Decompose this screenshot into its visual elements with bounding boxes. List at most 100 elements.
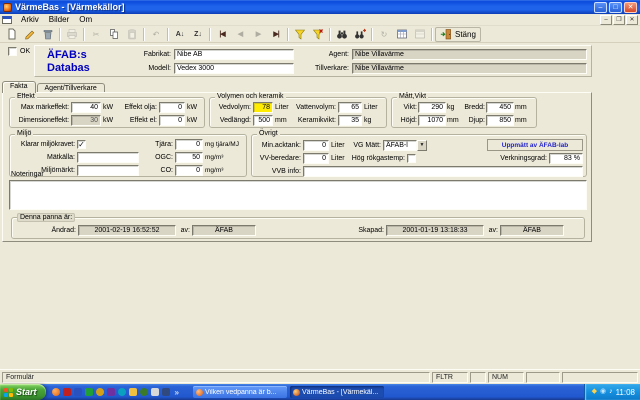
min-acktank-field[interactable]: 0 <box>303 140 329 151</box>
djup-field[interactable]: 850 <box>486 115 514 126</box>
ogc-field[interactable]: 50 <box>175 152 203 163</box>
noteringar-textarea[interactable] <box>9 180 587 210</box>
dim-effekt-unit: kW <box>103 117 115 124</box>
group-matt-vikt-title: Mått,Vikt <box>397 93 428 100</box>
quick-launch-icon[interactable] <box>129 388 137 396</box>
save-record-button[interactable] <box>21 27 39 42</box>
quick-launch-icon[interactable] <box>63 388 71 396</box>
vg-matt-label: VG Mätt: <box>349 142 381 149</box>
mdi-close-icon[interactable]: ✕ <box>626 15 638 25</box>
mdi-system-icon[interactable] <box>2 16 12 24</box>
quick-launch-overflow-icon[interactable]: » <box>175 388 179 397</box>
quick-launch-icon[interactable] <box>118 388 126 396</box>
vattenvolym-field[interactable]: 65 <box>338 102 362 113</box>
quick-launch-icon[interactable] <box>151 388 159 396</box>
tray-icon[interactable]: ◆ <box>592 388 597 396</box>
grid-icon <box>396 28 408 40</box>
quick-launch-icon[interactable] <box>52 388 60 396</box>
toolbar-separator <box>371 28 373 41</box>
close-form-button[interactable]: Stäng <box>435 27 481 42</box>
bredd-field[interactable]: 450 <box>486 102 514 113</box>
database-title-line2: Databas <box>47 62 90 75</box>
vg-matt-combo[interactable]: ÄFAB-l ▼ <box>383 140 427 151</box>
modell-field[interactable]: Vedex 3000 <box>174 63 294 74</box>
menu-om[interactable]: Om <box>74 15 97 24</box>
co-field[interactable]: 0 <box>175 165 203 176</box>
vikt-field[interactable]: 290 <box>418 102 446 113</box>
quick-launch-icon[interactable] <box>140 388 148 396</box>
verkningsgrad-field[interactable]: 83 % <box>549 153 583 164</box>
find-button[interactable] <box>333 27 351 42</box>
chevron-down-icon[interactable]: ▼ <box>417 140 427 151</box>
tab-fakta[interactable]: Fakta <box>2 81 36 93</box>
volume-icon[interactable]: ♪ <box>609 388 613 396</box>
first-record-button[interactable]: |◀ <box>213 27 231 42</box>
sort-ascending-button[interactable]: A↓ <box>171 27 189 42</box>
quick-launch-icon[interactable] <box>162 388 170 396</box>
ok-checkbox[interactable] <box>8 47 17 56</box>
fabrikat-field[interactable]: Nibe AB <box>174 49 294 60</box>
toolbar-separator <box>329 28 331 41</box>
last-record-button[interactable]: ▶| <box>267 27 285 42</box>
quick-launch-icon[interactable] <box>85 388 93 396</box>
maximize-icon[interactable]: □ <box>609 2 622 13</box>
tjara-field[interactable]: 0 <box>175 139 203 150</box>
quick-launch-icon[interactable] <box>107 388 115 396</box>
find-next-button[interactable] <box>351 27 369 42</box>
vedvolym-field[interactable]: 78 <box>253 102 273 113</box>
menu-bilder[interactable]: Bilder <box>44 15 74 24</box>
app-icon <box>3 3 12 12</box>
agent-field: Nibe Villavärme <box>352 49 587 60</box>
co-label: CO: <box>147 167 173 174</box>
status-panel-empty <box>526 372 560 383</box>
effekt-olja-field[interactable]: 0 <box>159 102 185 113</box>
new-record-button[interactable] <box>3 27 21 42</box>
vedlangd-field[interactable]: 500 <box>253 115 273 126</box>
matkalla-label: Mätkälla: <box>13 154 75 161</box>
ovrigt-row-3: VVB info: <box>252 166 586 177</box>
undo-icon: ↶ <box>153 30 160 39</box>
start-button[interactable]: Start <box>0 384 46 400</box>
minimize-icon[interactable]: – <box>594 2 607 13</box>
hojd-field[interactable]: 1070 <box>418 115 446 126</box>
ok-row: OK <box>8 47 30 56</box>
keramikvikt-field[interactable]: 35 <box>338 115 362 126</box>
effekt-el-field[interactable]: 0 <box>159 115 185 126</box>
matkalla-field[interactable] <box>77 152 139 163</box>
mdi-minimize-icon[interactable]: – <box>600 15 612 25</box>
ogc-label: OGC: <box>147 154 173 161</box>
vv-beredare-field[interactable]: 0 <box>303 153 329 164</box>
vattenvolym-label: Vattenvolym: <box>292 104 336 111</box>
hog-rokgastemp-checkbox[interactable] <box>407 154 416 163</box>
close-icon[interactable]: ✕ <box>624 2 637 13</box>
remove-filter-button[interactable] <box>309 27 327 42</box>
quick-launch-icon[interactable] <box>96 388 104 396</box>
effekt-el-unit: kW <box>187 117 197 124</box>
quick-launch-icon[interactable] <box>74 388 82 396</box>
datasheet-view-button[interactable] <box>393 27 411 42</box>
klarar-miljokravet-checkbox[interactable]: ✓ <box>77 140 86 149</box>
last-record-icon: ▶| <box>273 30 278 38</box>
filter-button[interactable] <box>291 27 309 42</box>
clipboard-icon <box>126 28 138 40</box>
toolbar: ✂ ↶ A↓ Z↓ |◀ ◀ ▶ ▶| ↻ <box>0 26 640 43</box>
group-miljo-title: Miljö <box>15 130 33 137</box>
copy-button[interactable] <box>105 27 123 42</box>
miljomarkt-field[interactable] <box>77 165 139 176</box>
tray-icon[interactable]: ◉ <box>600 388 606 396</box>
mdi-restore-icon[interactable]: ❐ <box>613 15 625 25</box>
vg-matt-value[interactable]: ÄFAB-l <box>383 140 417 151</box>
andrad-field: 2001-02-19 16:52:52 <box>78 225 176 236</box>
menu-arkiv[interactable]: Arkiv <box>16 15 44 24</box>
sort-descending-button[interactable]: Z↓ <box>189 27 207 42</box>
delete-record-button[interactable] <box>39 27 57 42</box>
toolbar-separator <box>167 28 169 41</box>
taskbar-window-varmebas[interactable]: VärmeBas - [Värmekäl... <box>290 386 384 398</box>
form-view-button <box>411 27 429 42</box>
vvb-info-field[interactable] <box>303 166 583 177</box>
toolbar-separator <box>209 28 211 41</box>
taskbar-window-browser[interactable]: Vilken vedpanna är b... <box>193 386 287 398</box>
next-record-icon: ▶ <box>256 30 260 38</box>
windows-logo-icon <box>4 388 13 397</box>
max-markeffekt-field[interactable]: 40 <box>71 102 101 113</box>
